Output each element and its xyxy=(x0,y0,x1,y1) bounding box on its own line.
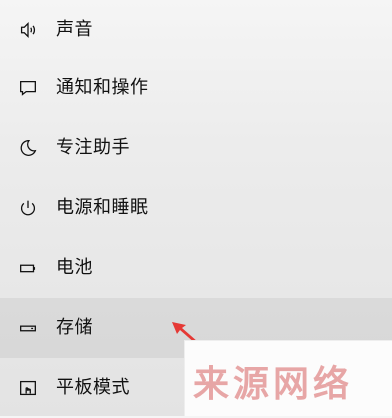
moon-icon xyxy=(16,136,40,160)
power-icon xyxy=(16,196,40,220)
nav-item-label: 专注助手 xyxy=(56,137,130,158)
nav-item-label: 通知和操作 xyxy=(56,77,149,98)
nav-item-label: 电源和睡眠 xyxy=(56,197,149,218)
storage-icon xyxy=(16,316,40,340)
nav-item-sound[interactable]: 声音 xyxy=(0,0,392,60)
message-icon xyxy=(16,76,40,100)
battery-icon xyxy=(16,256,40,280)
speaker-icon xyxy=(16,18,40,42)
nav-item-label: 电池 xyxy=(56,257,93,278)
nav-item-power-sleep[interactable]: 电源和睡眠 xyxy=(0,178,392,238)
watermark-text: 来源网络 xyxy=(193,363,354,405)
nav-item-label: 声音 xyxy=(56,19,93,40)
nav-item-label: 存储 xyxy=(56,317,93,338)
tablet-mode-icon xyxy=(16,376,40,400)
watermark-overlay: 来源网络 xyxy=(184,340,392,416)
nav-item-focus-assist[interactable]: 专注助手 xyxy=(0,118,392,178)
nav-item-notifications[interactable]: 通知和操作 xyxy=(0,58,392,118)
nav-item-label: 平板模式 xyxy=(56,377,130,398)
nav-item-battery[interactable]: 电池 xyxy=(0,238,392,298)
